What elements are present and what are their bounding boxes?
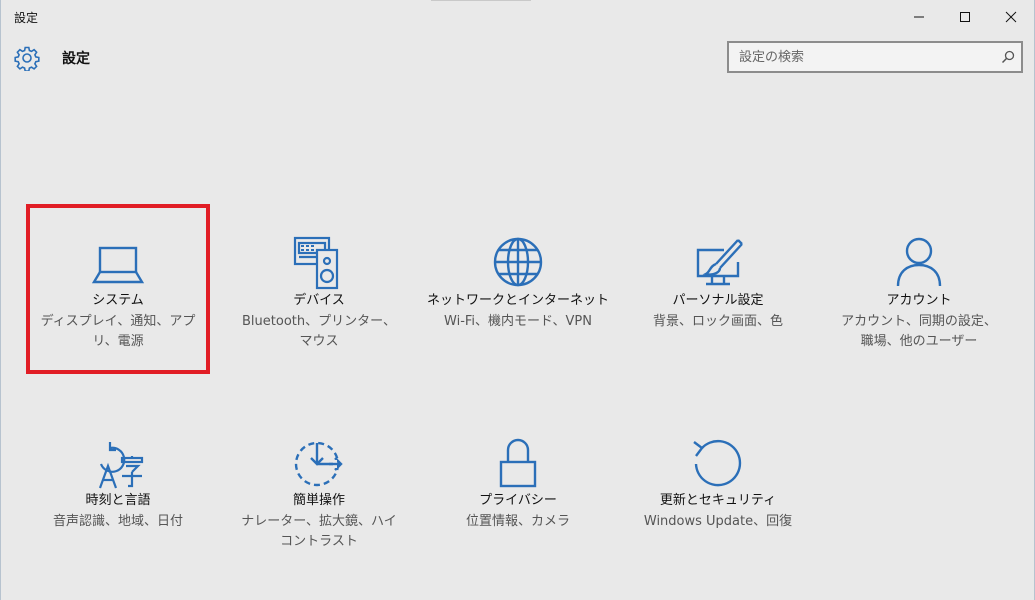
refresh-icon: [693, 439, 742, 487]
title-bar[interactable]: 設定: [1, 0, 1034, 32]
tile-description: Windows Update、回復: [643, 514, 793, 529]
category-tile-update-security[interactable]: 更新とセキュリティ Windows Update、回復: [626, 404, 810, 574]
window-title: 設定: [14, 11, 39, 25]
tile-description: Wi-Fi、機内モード、VPN: [444, 314, 592, 329]
tile-title: 簡単操作: [292, 493, 345, 508]
search-box[interactable]: [727, 41, 1023, 73]
tile-title: 時刻と言語: [85, 493, 151, 508]
person-icon: [896, 237, 942, 287]
search-icon[interactable]: [1001, 50, 1015, 64]
minimize-icon: [914, 16, 924, 18]
maximize-button[interactable]: [942, 0, 988, 32]
page-title: 設定: [62, 51, 90, 67]
ease-of-access-icon: [294, 441, 343, 487]
tile-description: 位置情報、カメラ: [465, 514, 570, 529]
settings-window: 設定 設定 設定の検索 システム ディスプレイ、通知、アプリ、電源 デバイス B…: [0, 0, 1035, 600]
tile-title: ネットワークとインターネット: [426, 293, 609, 308]
time-language-icon: [98, 442, 144, 489]
category-tile-privacy[interactable]: プライバシー 位置情報、カメラ: [426, 404, 610, 574]
tile-description: 背景、ロック画面、色: [652, 314, 783, 329]
maximize-icon: [960, 12, 970, 22]
laptop-icon: [91, 246, 145, 284]
tile-title: プライバシー: [479, 493, 557, 508]
tile-description: 音声認識、地域、日付: [52, 514, 183, 529]
category-tile-network[interactable]: ネットワークとインターネット Wi-Fi、機内モード、VPN: [426, 204, 610, 374]
tile-title: アカウント: [886, 293, 952, 308]
tile-description: Bluetooth、プリンター、マウス: [242, 314, 396, 349]
globe-icon: [493, 237, 543, 287]
category-tile-system[interactable]: システム ディスプレイ、通知、アプリ、電源: [26, 204, 210, 374]
tile-description: ナレーター、拡大鏡、ハイコントラスト: [241, 514, 397, 549]
category-tile-time-language[interactable]: 時刻と言語 音声認識、地域、日付: [26, 404, 210, 574]
tile-title: 更新とセキュリティ: [659, 493, 777, 508]
close-button[interactable]: [988, 0, 1034, 32]
personalization-icon: [696, 239, 743, 286]
gear-icon: [14, 46, 40, 71]
search-input[interactable]: [729, 43, 989, 71]
minimize-button[interactable]: [896, 0, 942, 32]
category-tile-devices[interactable]: デバイス Bluetooth、プリンター、マウス: [227, 204, 411, 374]
tile-title: パーソナル設定: [672, 293, 764, 308]
tile-description: ディスプレイ、通知、アプリ、電源: [40, 314, 196, 349]
category-tile-ease-of-access[interactable]: 簡単操作 ナレーター、拡大鏡、ハイコントラスト: [227, 404, 411, 574]
tile-description: アカウント、同期の設定、職場、他のユーザー: [841, 314, 997, 349]
tile-title: デバイス: [293, 293, 345, 308]
tile-title: システム: [92, 293, 144, 308]
devices-icon: [293, 236, 339, 290]
lock-icon: [499, 438, 537, 488]
category-tile-personalization[interactable]: パーソナル設定 背景、ロック画面、色: [626, 204, 810, 374]
category-tile-accounts[interactable]: アカウント アカウント、同期の設定、職場、他のユーザー: [827, 204, 1011, 374]
close-icon: [1005, 11, 1017, 23]
